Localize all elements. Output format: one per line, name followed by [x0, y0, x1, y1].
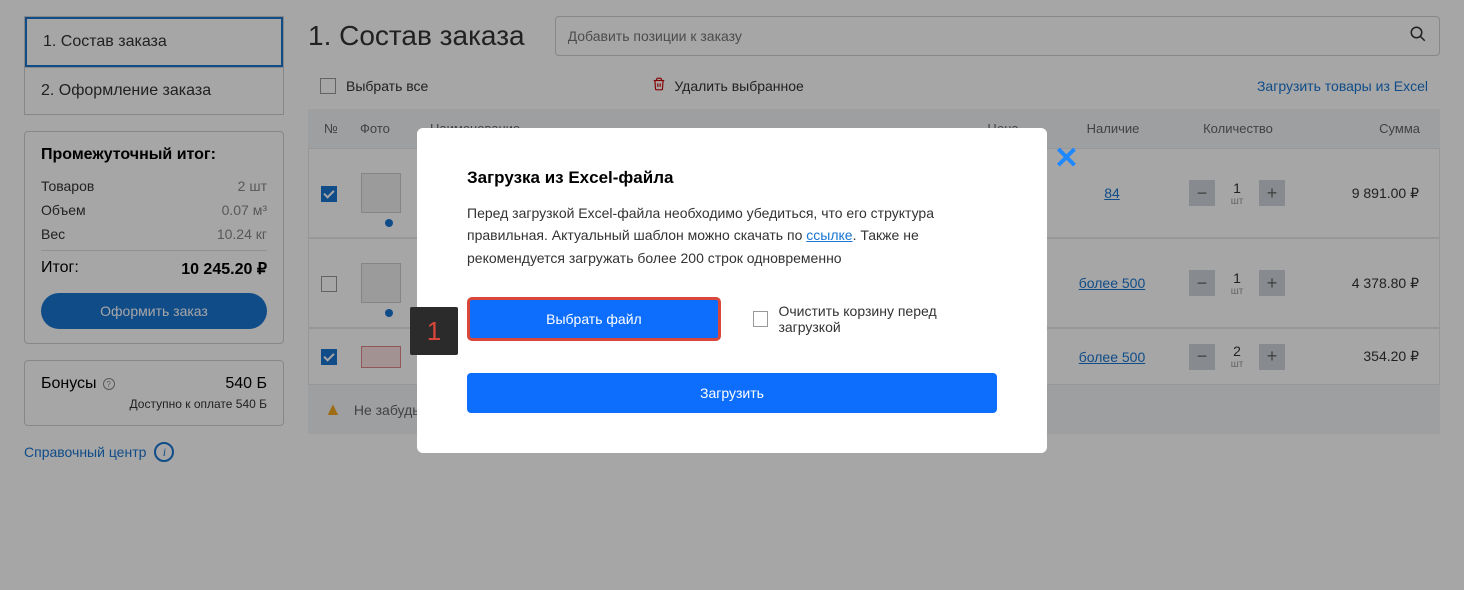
select-file-button[interactable]: Выбрать файл [467, 297, 721, 341]
upload-button[interactable]: Загрузить [467, 373, 997, 413]
annotation-callout: 1 [410, 307, 458, 355]
close-icon[interactable]: ✕ [1054, 144, 1079, 174]
clear-cart-label: Очистить корзину перед загрузкой [778, 303, 997, 335]
modal-description: Перед загрузкой Excel-файла необходимо у… [467, 202, 997, 269]
modal-title: Загрузка из Excel-файла [467, 168, 997, 188]
template-link[interactable]: ссылке [806, 227, 852, 243]
excel-upload-modal: ✕ Загрузка из Excel-файла Перед загрузко… [417, 128, 1047, 453]
checkbox-icon[interactable] [753, 311, 769, 327]
modal-overlay[interactable]: ✕ Загрузка из Excel-файла Перед загрузко… [0, 0, 1464, 590]
clear-cart-checkbox[interactable]: Очистить корзину перед загрузкой [753, 303, 997, 335]
